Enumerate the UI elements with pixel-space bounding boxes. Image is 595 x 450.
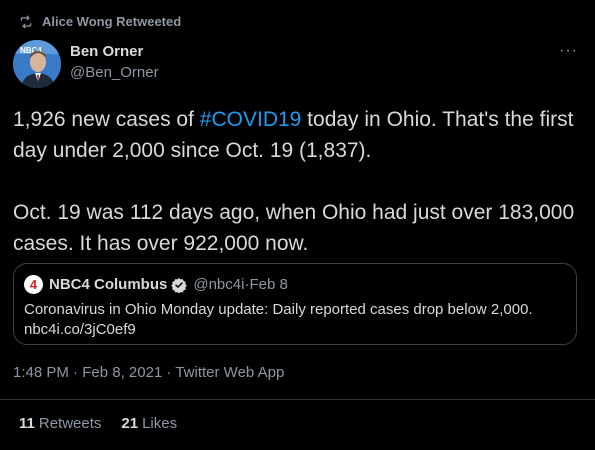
quoted-author-handle[interactable]: @nbc4i xyxy=(193,276,244,293)
meta-separator: · xyxy=(162,364,176,381)
tweet-meta: 1:48 PM · Feb 8, 2021 · Twitter Web App xyxy=(13,364,284,381)
quoted-body-line: Coronavirus in Ohio Monday update: Daily… xyxy=(24,301,533,318)
quoted-date[interactable]: Feb 8 xyxy=(249,276,287,293)
meta-separator: · xyxy=(68,364,83,381)
tweet-time[interactable]: 1:48 PM xyxy=(13,364,69,381)
tweet-date[interactable]: Feb 8, 2021 xyxy=(82,364,162,381)
quoted-link-text: nbc4i.co/3jC0ef9 xyxy=(24,321,136,338)
tweet-paragraph-1: 1,926 new cases of #COVID19 today in Ohi… xyxy=(13,104,583,166)
tweet-stats: 11 Retweets 21 Likes xyxy=(19,415,197,432)
tweet-text: 1,926 new cases of #COVID19 today in Ohi… xyxy=(13,104,583,259)
tweet-source[interactable]: Twitter Web App xyxy=(175,364,284,381)
author-name[interactable]: Ben Orner xyxy=(70,43,159,60)
likes-label: Likes xyxy=(142,415,178,432)
author-handle[interactable]: @Ben_Orner xyxy=(70,64,159,81)
tweet-paragraph-2: Oct. 19 was 112 days ago, when Ohio had … xyxy=(13,201,575,255)
verified-badge-icon xyxy=(171,277,188,293)
author-info[interactable]: Ben Orner @Ben_Orner xyxy=(70,43,159,81)
retweets-stat[interactable]: 11 Retweets xyxy=(19,415,101,432)
more-icon[interactable]: ··· xyxy=(559,42,578,60)
retweets-count: 11 xyxy=(19,415,35,432)
quoted-author-name[interactable]: NBC4 Columbus xyxy=(49,276,167,293)
likes-count: 21 xyxy=(121,415,139,432)
retweet-icon xyxy=(20,15,32,28)
avatar-image: NBC4 xyxy=(13,40,61,88)
retweet-label: Alice Wong Retweeted xyxy=(42,14,182,29)
divider xyxy=(0,399,595,400)
retweets-label: Retweets xyxy=(38,415,102,432)
nbc4-logo-icon: 4 xyxy=(24,275,43,294)
quoted-tweet[interactable]: 4 NBC4 Columbus @nbc4i · Feb 8 Coronavir… xyxy=(13,263,577,345)
hashtag-link[interactable]: #COVID19 xyxy=(200,108,302,131)
quoted-tweet-body: Coronavirus in Ohio Monday update: Daily… xyxy=(24,300,566,340)
likes-stat[interactable]: 21 Likes xyxy=(121,415,177,432)
tweet-text-part: 1,926 new cases of xyxy=(13,108,200,131)
quoted-tweet-header: 4 NBC4 Columbus @nbc4i · Feb 8 xyxy=(24,275,566,294)
retweet-context[interactable]: Alice Wong Retweeted xyxy=(19,14,181,29)
nbc4-logo-text: 4 xyxy=(29,277,38,292)
avatar[interactable]: NBC4 xyxy=(13,40,61,88)
